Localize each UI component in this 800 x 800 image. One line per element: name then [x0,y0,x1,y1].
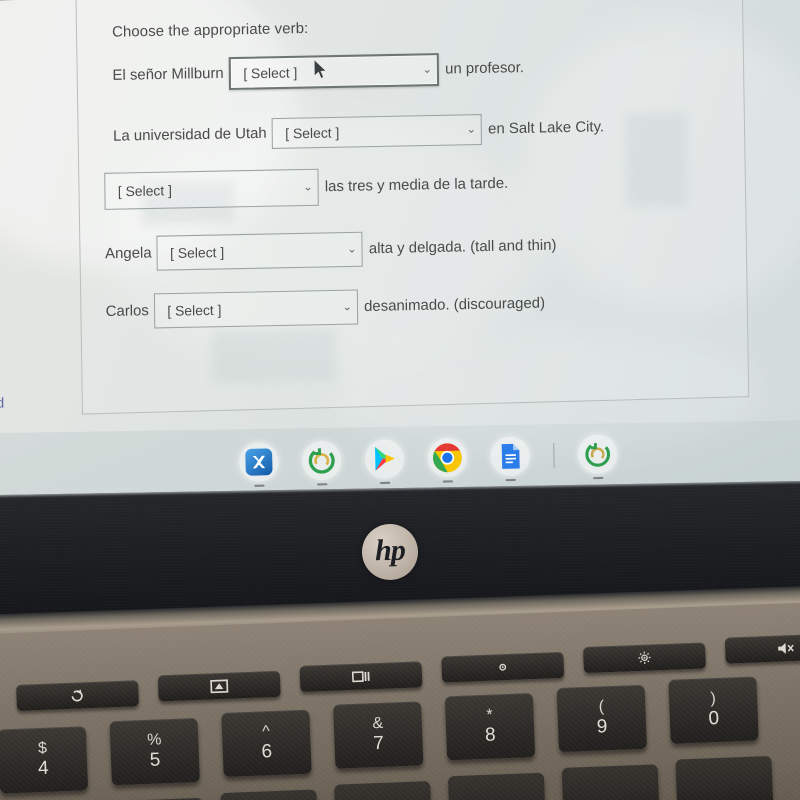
x-glyph [252,455,266,469]
question-label-before-1: El señor Millburn [112,65,224,85]
mute-key[interactable] [724,632,800,664]
number-key-7[interactable]: & 7 [333,701,424,769]
brightness-up-icon [638,651,651,664]
question-row-5: Carlos [ Select ] ⌄ desanimado. (discour… [106,286,546,329]
refresh-key[interactable] [16,680,139,711]
laptop-screen: Choose the appropriate verb: El señor Mi… [0,0,800,508]
key-symbol-9: ( [598,698,605,716]
window-switch-icon [351,671,370,683]
window-switch-key[interactable] [299,661,423,692]
question-label-after-4: alta y delgada. (tall and thin) [368,237,557,258]
taskbar-separator [553,442,555,468]
green-circular-arrow-icon-2[interactable] [577,434,618,475]
question-row-2: La universidad de Utah [ Select ] ⌄ en S… [113,112,604,152]
chevron-down-icon: ⌄ [303,181,313,194]
key-symbol-6: ^ [261,723,271,741]
key-symbol-0: ) [710,689,717,708]
google-chrome-icon[interactable] [427,437,468,478]
chrome-glyph [432,443,462,473]
key-symbol-8: * [486,706,494,724]
key-digit-7: 7 [372,733,385,755]
blue-x-app-icon[interactable] [238,442,279,483]
number-key-0[interactable]: ) 0 [668,676,759,744]
verb-select-4[interactable]: [ Select ] ⌄ [156,231,363,271]
keyboard-row3-key[interactable] [220,789,319,800]
question-label-before-4: Angela [105,245,152,263]
number-key-6[interactable]: ^ 6 [221,709,312,777]
google-docs-icon[interactable] [490,436,531,477]
recovery-refresh-glyph [308,447,335,474]
number-key-9[interactable]: ( 9 [556,684,647,753]
question-row-4: Angela [ Select ] ⌄ alta y delgada. (tal… [105,228,557,272]
brightness-down-key[interactable] [441,651,565,683]
select-value-3: [ Select ] [117,182,172,199]
hp-logo-text: hp [374,533,406,568]
question-label-after-2: en Salt Lake City. [488,118,605,138]
key-digit-8: 8 [484,724,497,747]
photo-of-laptop-screen: Choose the appropriate verb: El señor Mi… [0,0,800,800]
google-play-icon[interactable] [364,439,405,480]
verb-select-1[interactable]: [ Select ] ⌄ [228,53,440,91]
keyboard-row3-key[interactable] [334,781,432,800]
verb-select-2[interactable]: [ Select ] ⌄ [271,114,483,149]
key-symbol-4: $ [37,739,48,757]
verb-select-5[interactable]: [ Select ] ⌄ [153,289,359,329]
question-label-after-5: desanimado. (discouraged) [363,295,546,316]
chevron-down-icon: ⌄ [342,300,353,314]
key-digit-9: 9 [596,716,608,738]
question-label-before-5: Carlos [105,302,149,321]
select-value-2: [ Select ] [285,124,340,142]
verb-select-3[interactable]: [ Select ] ⌄ [104,168,319,210]
taskbar-app-list [238,434,618,483]
fullscreen-icon [210,679,229,694]
question-label-after-1: un profesor. [445,59,525,78]
keyboard-keys: $ 4 % 5 ^ 6 & 7 * 8 ( 9) 0 [0,601,800,800]
laptop-keyboard-deck: $ 4 % 5 ^ 6 & 7 * 8 ( 9) 0 [0,601,800,800]
key-digit-5: 5 [149,749,161,772]
cutoff-left-text: ud [0,394,5,411]
key-symbol-7: & [372,714,384,733]
number-key-4[interactable]: $ 4 [0,726,89,794]
blue-x-app-glyph [245,448,273,476]
recovery-refresh-glyph-2 [585,442,611,467]
key-digit-4: 4 [37,757,49,780]
quiz-prompt: Choose the appropriate verb: [111,20,309,41]
number-key-5[interactable]: % 5 [109,717,200,786]
quiz-content: Choose the appropriate verb: El señor Mi… [0,0,800,445]
select-value-5: [ Select ] [167,301,222,319]
refresh-icon [71,689,83,702]
keyboard-row3-key[interactable] [561,764,660,800]
chevron-down-icon: ⌄ [422,63,433,77]
chevron-down-icon: ⌄ [466,123,477,136]
fullscreen-key[interactable] [157,670,281,702]
key-digit-0: 0 [708,708,720,730]
mouse-cursor-icon [314,59,328,80]
play-store-glyph [375,447,395,471]
question-label-before-2: La universidad de Utah [113,125,267,145]
number-key-8[interactable]: * 8 [444,693,536,761]
question-row-3: [ Select ] ⌄ las tres y media de la tard… [104,165,508,210]
select-value-4: [ Select ] [170,244,225,261]
brightness-up-key[interactable] [583,642,706,674]
select-value-1: [ Select ] [243,64,298,82]
mute-icon [778,642,794,654]
green-circular-arrow-icon[interactable] [301,440,342,481]
brightness-down-icon [499,663,507,671]
question-label-after-3: las tres y media de la tarde. [324,175,509,196]
key-digit-6: 6 [261,741,273,763]
docs-glyph [501,443,520,469]
chevron-down-icon: ⌄ [347,243,357,256]
keyboard-row3-key[interactable] [447,772,546,800]
keyboard-row3-key[interactable] [675,755,774,800]
key-symbol-5: % [146,731,162,749]
